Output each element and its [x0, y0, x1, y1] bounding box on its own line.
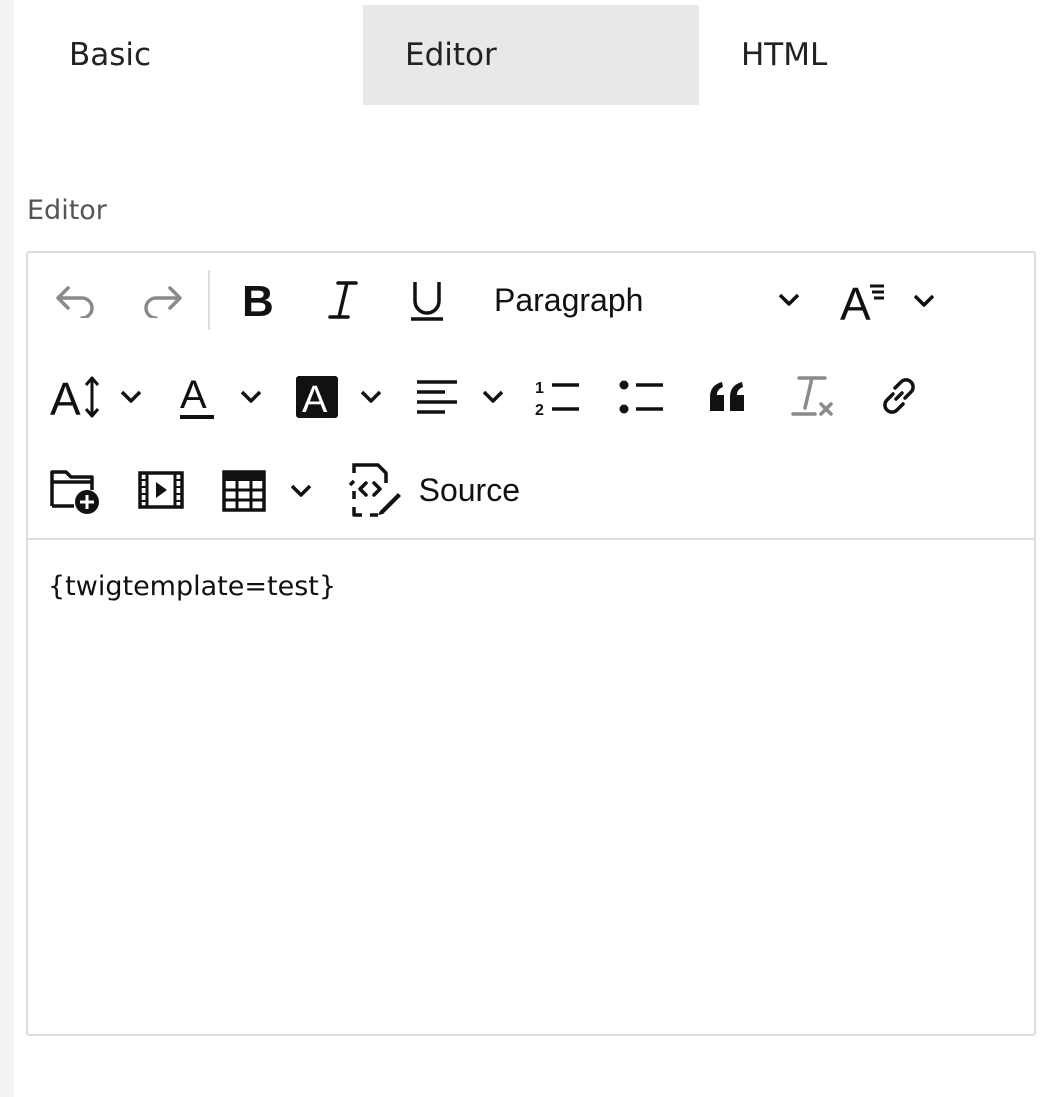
chevron-down-icon	[482, 390, 504, 403]
tab-bar: Basic Editor HTML	[27, 5, 1035, 105]
svg-text:A: A	[50, 375, 81, 419]
font-family-icon: A	[840, 280, 884, 322]
align-left-icon	[417, 380, 457, 414]
insert-table-icon	[222, 470, 266, 512]
undo-icon	[56, 286, 94, 318]
editor-content[interactable]: {twigtemplate=test}	[48, 571, 336, 602]
editor-field-label: Editor	[27, 195, 107, 226]
source-button-label: Source	[418, 471, 520, 508]
editor-content-text: {twigtemplate=test}	[48, 571, 337, 602]
source-edit-icon	[348, 463, 401, 517]
font-family-dropdown[interactable]: A	[840, 275, 935, 327]
tab-html-label: HTML	[741, 37, 828, 73]
font-color-icon: A	[180, 374, 214, 419]
numbered-list-icon: 1 2	[535, 380, 579, 417]
link-icon	[883, 378, 915, 414]
bold-icon: B	[242, 280, 274, 320]
chevron-down-icon	[913, 294, 935, 307]
toolbar-separator	[208, 270, 210, 330]
svg-text:A: A	[840, 280, 871, 322]
font-size-dropdown[interactable]: A	[50, 371, 142, 423]
font-background-color-dropdown[interactable]: A	[296, 371, 382, 423]
media-embed-button[interactable]	[136, 467, 186, 513]
undo-button[interactable]	[48, 275, 104, 325]
numbered-list-button[interactable]: 1 2	[532, 373, 582, 421]
redo-icon	[144, 286, 182, 318]
bold-button[interactable]: B	[233, 275, 283, 325]
editor-toolbar: B Paragraph A A A A 1 2 Source	[28, 253, 1034, 540]
rich-text-editor: B Paragraph A A A A 1 2 Source {twigtemp…	[26, 251, 1036, 1036]
font-size-icon: A	[50, 375, 100, 419]
tab-editor[interactable]: Editor	[363, 5, 699, 105]
tab-basic-label: Basic	[69, 37, 152, 73]
chevron-down-icon	[360, 390, 382, 403]
insert-table-dropdown[interactable]	[222, 465, 312, 517]
chevron-down-icon	[240, 390, 262, 403]
font-color-dropdown[interactable]: A	[178, 371, 262, 423]
font-background-color-icon: A	[296, 376, 338, 418]
media-embed-icon	[138, 471, 184, 509]
svg-text:1: 1	[535, 380, 544, 397]
tab-editor-label: Editor	[405, 37, 497, 73]
italic-icon	[328, 281, 358, 319]
svg-text:A: A	[180, 374, 207, 417]
heading-dropdown-label: Paragraph	[494, 281, 644, 318]
tab-html[interactable]: HTML	[699, 5, 1035, 105]
underline-button[interactable]	[402, 275, 452, 327]
underline-icon	[411, 282, 443, 321]
file-manager-icon	[50, 470, 99, 514]
chevron-down-icon	[290, 484, 312, 497]
file-manager-button[interactable]	[50, 465, 102, 517]
italic-button[interactable]	[318, 275, 368, 325]
remove-format-button[interactable]	[788, 371, 838, 421]
svg-text:A: A	[302, 379, 328, 418]
chevron-down-icon	[778, 293, 800, 306]
redo-button[interactable]	[134, 275, 190, 325]
remove-format-icon	[791, 376, 833, 416]
left-rail	[0, 0, 14, 1097]
alignment-dropdown[interactable]	[416, 373, 504, 421]
source-button[interactable]: Source	[348, 463, 520, 517]
heading-dropdown[interactable]: Paragraph	[494, 277, 800, 323]
blockquote-icon	[710, 382, 744, 411]
svg-text:B: B	[242, 280, 274, 320]
tab-basic[interactable]: Basic	[27, 5, 363, 105]
link-button[interactable]	[874, 371, 924, 421]
bulleted-list-icon	[619, 380, 663, 414]
chevron-down-icon	[120, 390, 142, 403]
svg-text:2: 2	[535, 402, 544, 417]
bulleted-list-button[interactable]	[616, 373, 666, 421]
blockquote-button[interactable]	[704, 373, 752, 421]
